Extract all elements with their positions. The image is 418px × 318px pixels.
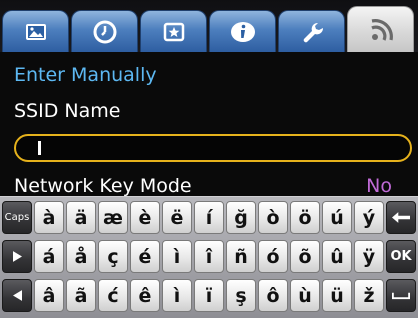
key[interactable]: é	[130, 240, 160, 273]
key[interactable]: â	[34, 279, 64, 312]
ssid-name-label: SSID Name	[14, 100, 121, 122]
cursor-left-key[interactable]	[2, 279, 32, 312]
network-key-mode-label: Network Key Mode	[14, 175, 192, 197]
key[interactable]: î	[194, 240, 224, 273]
content-area: Enter Manually SSID Name Network Key Mod…	[0, 52, 418, 197]
keyboard-row-2: á å ç é ì î ñ ó õ û ÿ OK	[2, 239, 418, 275]
tab-info[interactable]	[209, 10, 276, 52]
wifi-settings-screen: Enter Manually SSID Name Network Key Mod…	[0, 0, 418, 318]
wrench-icon	[303, 22, 323, 42]
key[interactable]: ï	[194, 279, 224, 312]
photo-icon	[25, 23, 46, 40]
cursor-right-key[interactable]	[2, 240, 32, 273]
clock-icon	[93, 20, 116, 43]
text-caret	[38, 141, 41, 155]
key[interactable]: ć	[98, 279, 128, 312]
on-screen-keyboard: Caps à ä æ è ë í ğ ò ö ú ý á å ç é ì î ñ…	[0, 196, 418, 318]
caps-key[interactable]: Caps	[2, 201, 32, 234]
key[interactable]: ô	[258, 279, 288, 312]
key[interactable]: á	[34, 240, 64, 273]
key[interactable]: ý	[354, 201, 384, 234]
ok-key[interactable]: OK	[386, 240, 416, 273]
key[interactable]: ñ	[226, 240, 256, 273]
keyboard-row-1: Caps à ä æ è ë í ğ ò ö ú ý	[2, 200, 418, 236]
tab-bar	[0, 0, 418, 52]
tab-slideshow[interactable]	[140, 10, 207, 52]
key[interactable]: û	[322, 240, 352, 273]
info-icon	[230, 21, 255, 42]
key[interactable]: ú	[322, 201, 352, 234]
enter-manually-item[interactable]: Enter Manually	[0, 57, 418, 93]
key[interactable]: à	[34, 201, 64, 234]
wifi-signal-icon	[370, 18, 393, 41]
key[interactable]: ÿ	[354, 240, 384, 273]
key[interactable]: ã	[66, 279, 96, 312]
caps-key-label: Caps	[4, 212, 30, 223]
keyboard-row-3: â ã ć ê ì ï ş ô ù ü ž	[2, 278, 418, 314]
tab-settings[interactable]	[278, 10, 345, 52]
key[interactable]: ç	[98, 240, 128, 273]
key[interactable]: õ	[290, 240, 320, 273]
key[interactable]: í	[194, 201, 224, 234]
star-frame-icon	[163, 22, 184, 41]
key[interactable]: å	[66, 240, 96, 273]
ssid-input[interactable]	[14, 134, 412, 162]
tab-clock[interactable]	[71, 10, 138, 52]
key[interactable]: ù	[290, 279, 320, 312]
key[interactable]: ğ	[226, 201, 256, 234]
key[interactable]: ó	[258, 240, 288, 273]
ok-key-label: OK	[390, 249, 412, 264]
key[interactable]: ž	[354, 279, 384, 312]
key[interactable]: ê	[130, 279, 160, 312]
enter-manually-label: Enter Manually	[14, 64, 157, 86]
backspace-arrow-icon	[392, 212, 410, 223]
key[interactable]: ì	[162, 240, 192, 273]
key[interactable]: ş	[226, 279, 256, 312]
key[interactable]: ö	[290, 201, 320, 234]
tab-wifi[interactable]	[347, 6, 414, 52]
arrow-left-icon	[12, 290, 22, 301]
space-icon	[392, 292, 410, 300]
key[interactable]: ë	[162, 201, 192, 234]
key[interactable]: è	[130, 201, 160, 234]
key[interactable]: æ	[98, 201, 128, 234]
arrow-right-icon	[12, 251, 22, 262]
tab-photos[interactable]	[2, 10, 69, 52]
key[interactable]: ò	[258, 201, 288, 234]
key[interactable]: ì	[162, 279, 192, 312]
space-key[interactable]	[386, 279, 416, 312]
backspace-key[interactable]	[386, 201, 416, 234]
key[interactable]: ä	[66, 201, 96, 234]
key[interactable]: ü	[322, 279, 352, 312]
